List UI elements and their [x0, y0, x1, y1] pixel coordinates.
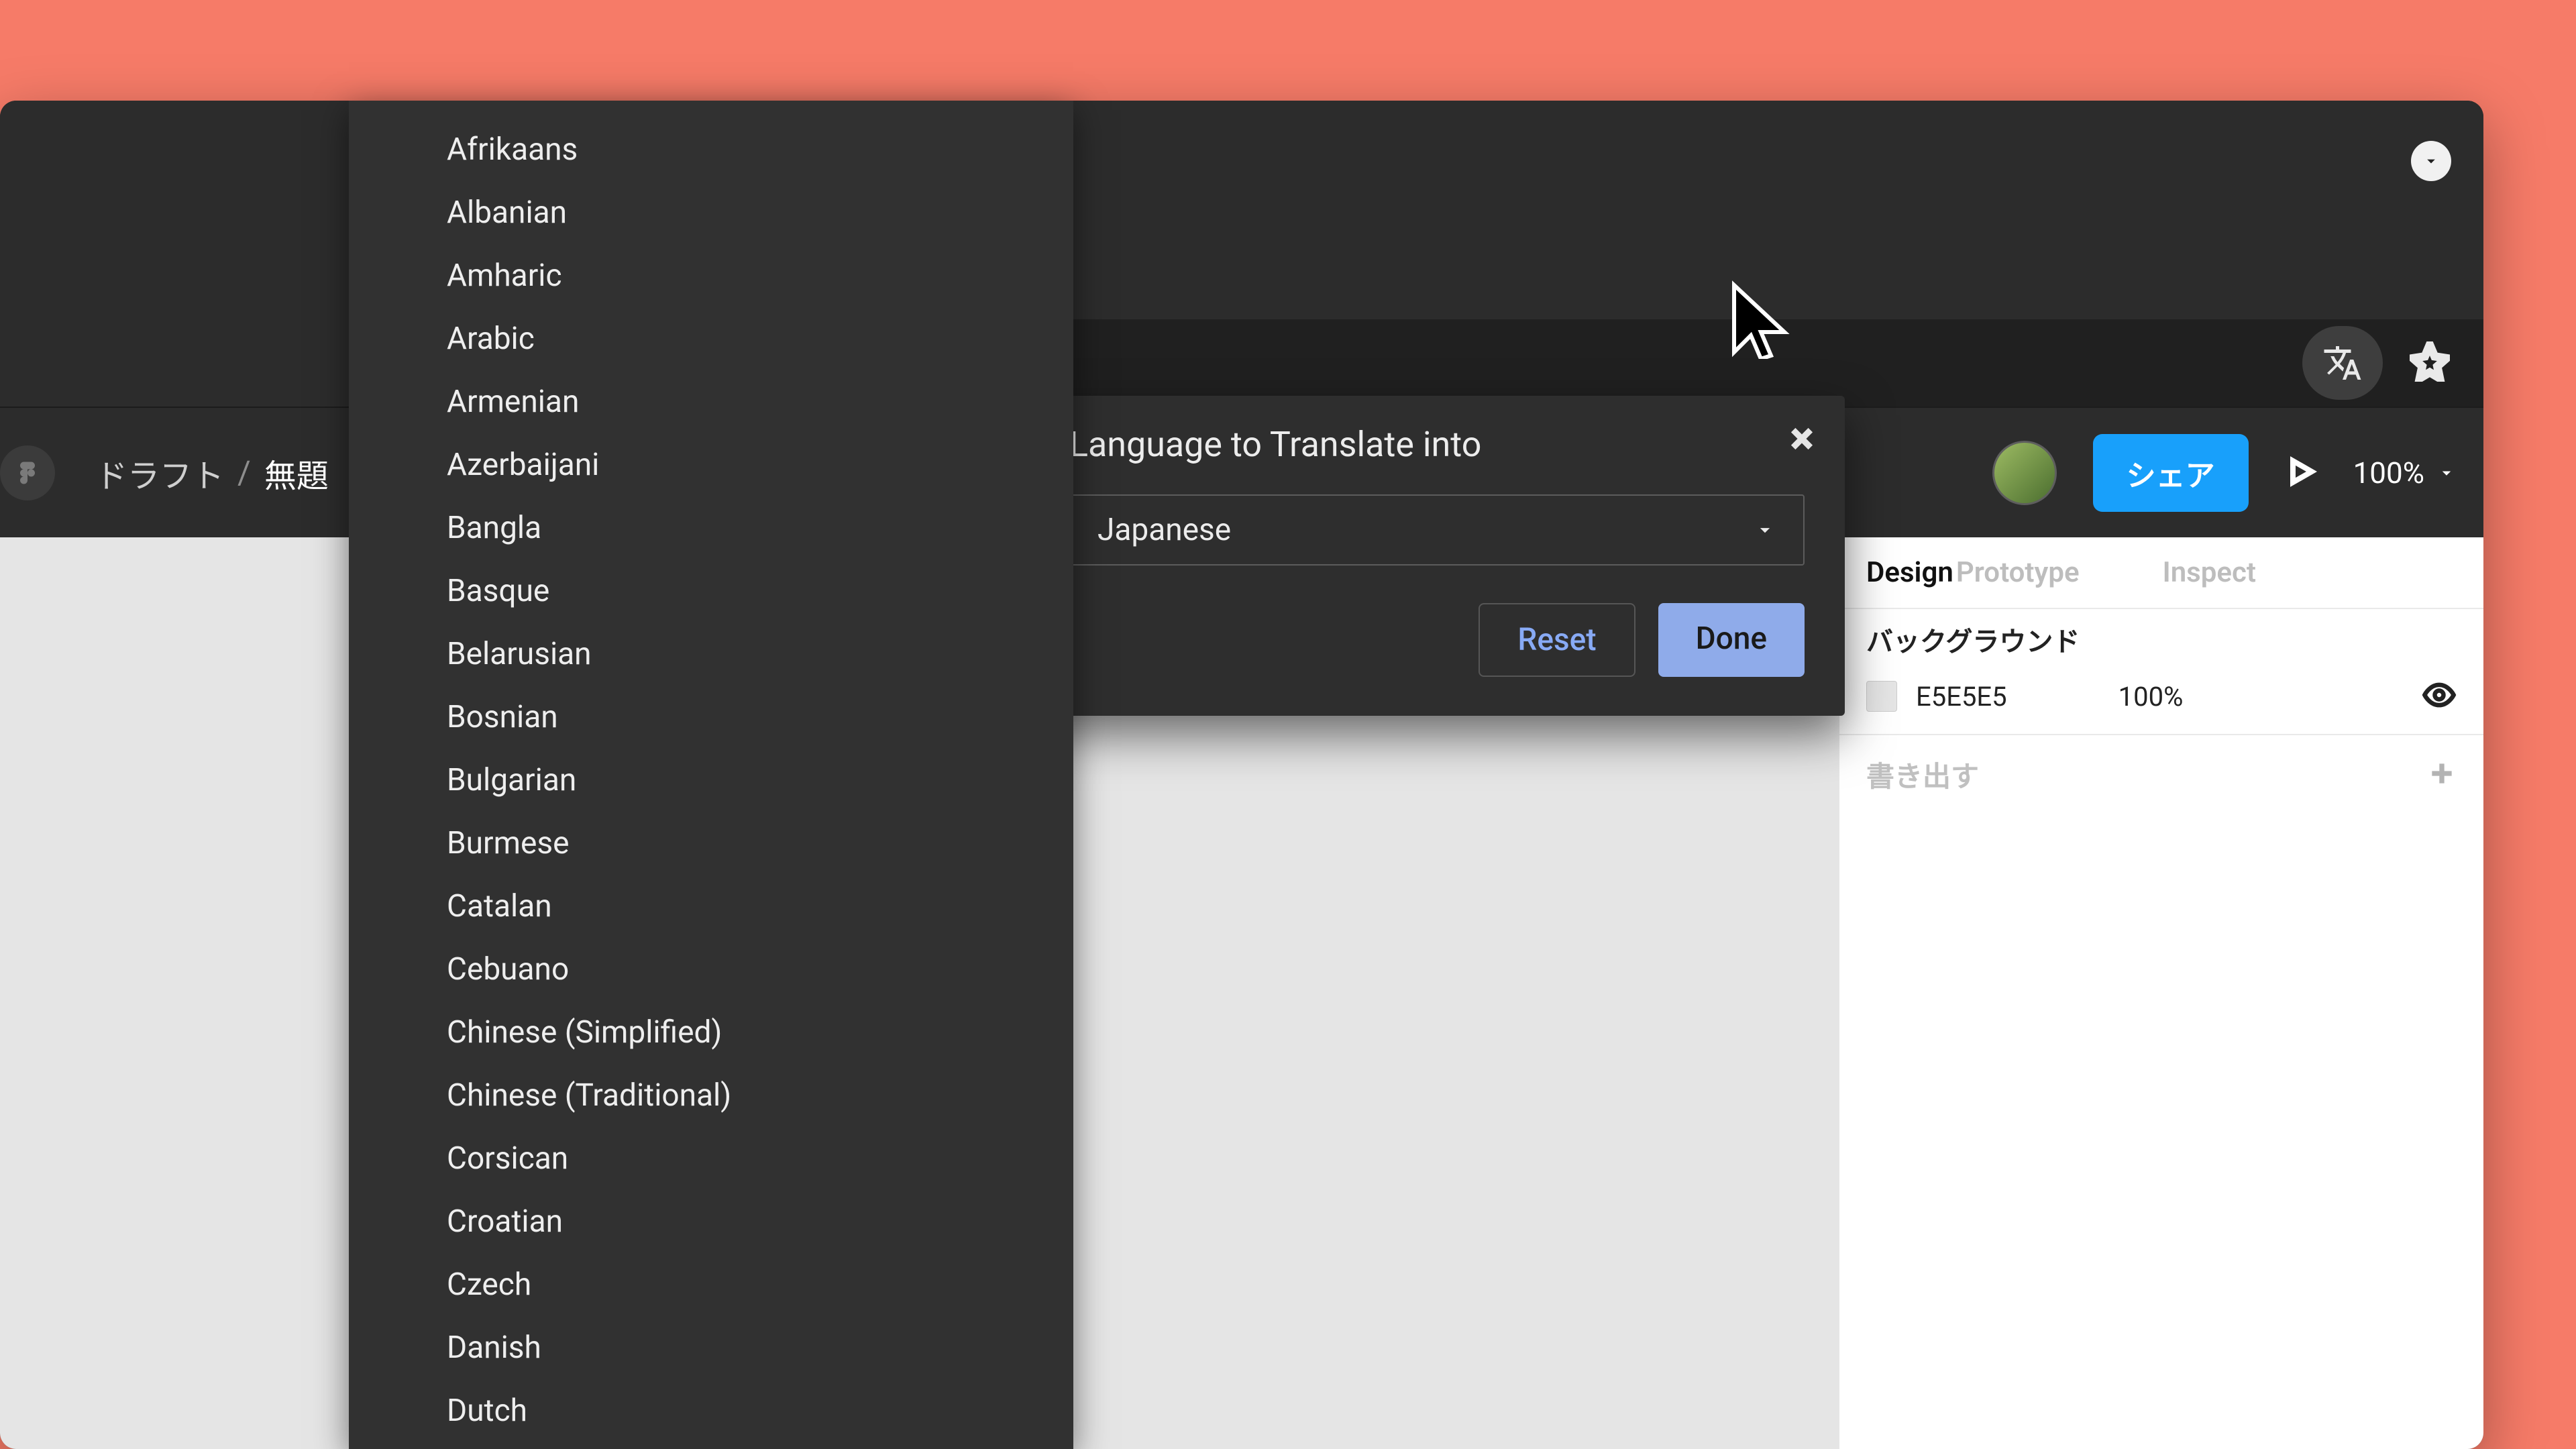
- color-hex[interactable]: E5E5E5: [1916, 681, 2007, 712]
- visibility-toggle[interactable]: [2422, 678, 2457, 715]
- add-export-button[interactable]: [2427, 759, 2457, 791]
- breadcrumb-file[interactable]: 無題: [264, 449, 329, 496]
- background-fill-row: E5E5E5 100%: [1866, 678, 2457, 715]
- zoom-label: 100%: [2353, 455, 2424, 490]
- star-icon: [2410, 341, 2450, 382]
- language-option[interactable]: Burmese: [349, 812, 1073, 875]
- inspector-panel: Design Prototype Inspect バックグラウンド E5E5E5…: [1839, 537, 2483, 1449]
- share-button[interactable]: シェア: [2093, 434, 2249, 512]
- language-option[interactable]: English: [349, 1442, 1073, 1449]
- chevron-down-icon: [1754, 519, 1776, 541]
- language-option[interactable]: Belarusian: [349, 623, 1073, 686]
- background-title: バックグラウンド: [1866, 625, 2094, 659]
- language-option[interactable]: Azerbaijani: [349, 433, 1073, 496]
- language-option[interactable]: Afrikaans: [349, 118, 1073, 181]
- url-icons: [2302, 319, 2450, 407]
- language-option[interactable]: Catalan: [349, 875, 1073, 938]
- language-option[interactable]: Czech: [349, 1253, 1073, 1316]
- breadcrumb: ドラフト / 無題: [95, 449, 329, 496]
- language-option[interactable]: Dutch: [349, 1379, 1073, 1442]
- done-button[interactable]: Done: [1658, 603, 1805, 677]
- bookmark-star-button[interactable]: [2410, 341, 2450, 384]
- language-option[interactable]: Cebuano: [349, 938, 1073, 1001]
- translate-icon: [2322, 343, 2363, 383]
- chevron-down-icon: [2422, 152, 2440, 170]
- translate-dialog: Language to Translate into Japanese Rese…: [1006, 396, 1845, 716]
- overflow-menu-button[interactable]: [2411, 141, 2451, 181]
- language-option[interactable]: Armenian: [349, 370, 1073, 433]
- language-option[interactable]: Chinese (Traditional): [349, 1064, 1073, 1127]
- dialog-buttons: Reset Done: [1069, 603, 1805, 677]
- eye-icon: [2422, 678, 2457, 712]
- language-option[interactable]: Arabic: [349, 307, 1073, 370]
- language-option[interactable]: Danish: [349, 1316, 1073, 1379]
- present-button[interactable]: [2285, 455, 2317, 490]
- dialog-title: Language to Translate into: [1069, 424, 1805, 465]
- language-option[interactable]: Bulgarian: [349, 749, 1073, 812]
- reset-button[interactable]: Reset: [1479, 603, 1635, 677]
- figma-logo[interactable]: [0, 445, 55, 500]
- export-label: 書き出す: [1866, 754, 1979, 795]
- tab-inspect[interactable]: Inspect: [2163, 556, 2256, 589]
- tab-prototype[interactable]: Prototype: [1956, 556, 2080, 589]
- language-option[interactable]: Bosnian: [349, 686, 1073, 749]
- color-opacity[interactable]: 100%: [2118, 681, 2184, 712]
- header-right-cluster: シェア 100%: [1992, 408, 2457, 537]
- avatar[interactable]: [1992, 441, 2057, 505]
- close-icon: [1787, 424, 1817, 453]
- zoom-control[interactable]: 100%: [2353, 455, 2457, 490]
- language-option[interactable]: Bangla: [349, 496, 1073, 559]
- language-dropdown[interactable]: AfrikaansAlbanianAmharicArabicArmenianAz…: [349, 101, 1073, 1449]
- tab-design[interactable]: Design: [1866, 556, 1953, 589]
- translate-button[interactable]: [2302, 326, 2383, 400]
- breadcrumb-folder[interactable]: ドラフト: [95, 449, 224, 496]
- language-selected-value: Japanese: [1097, 512, 1231, 548]
- export-section: 書き出す: [1839, 735, 2483, 814]
- language-option[interactable]: Corsican: [349, 1127, 1073, 1190]
- inspector-tabs: Design Prototype Inspect: [1839, 537, 2483, 609]
- language-option[interactable]: Chinese (Simplified): [349, 1001, 1073, 1064]
- plus-icon: [2427, 759, 2457, 788]
- chevron-down-icon: [2436, 463, 2457, 483]
- background-section: バックグラウンド E5E5E5 100%: [1839, 609, 2483, 735]
- color-swatch[interactable]: [1866, 681, 1897, 712]
- language-option[interactable]: Amharic: [349, 244, 1073, 307]
- language-option[interactable]: Basque: [349, 559, 1073, 623]
- play-icon: [2285, 455, 2317, 488]
- breadcrumb-separator: /: [237, 453, 251, 492]
- figma-icon: [13, 458, 42, 488]
- dialog-close-button[interactable]: [1787, 424, 1817, 456]
- language-select[interactable]: Japanese: [1069, 494, 1805, 566]
- language-option[interactable]: Albanian: [349, 181, 1073, 244]
- language-option[interactable]: Croatian: [349, 1190, 1073, 1253]
